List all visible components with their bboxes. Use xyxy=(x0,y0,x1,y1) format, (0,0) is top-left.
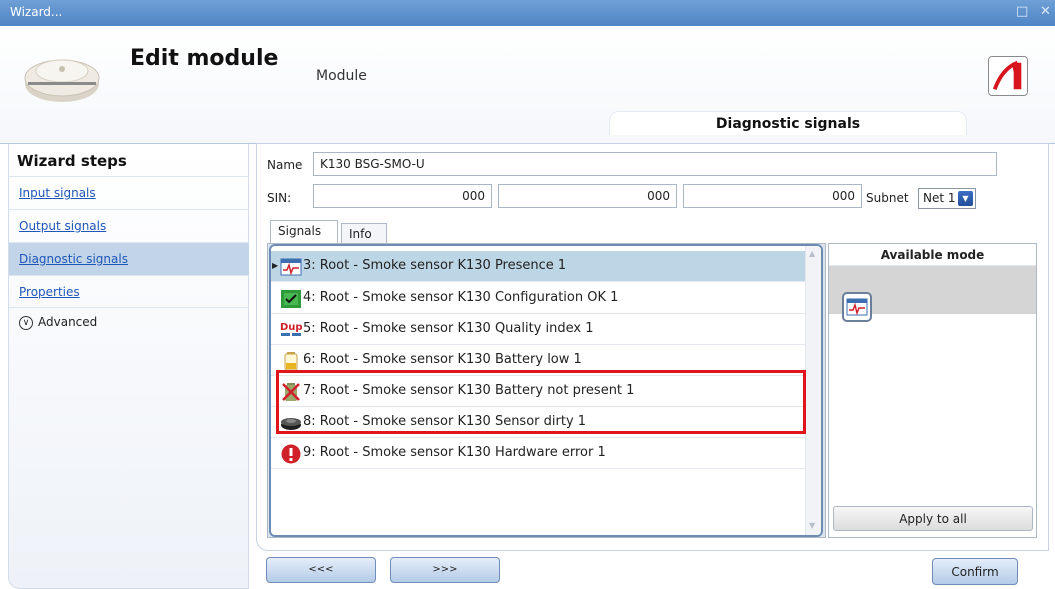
signal-label: 9: Root - Smoke sensor K130 Hardware err… xyxy=(303,445,606,460)
available-mode-title: Available mode xyxy=(829,244,1036,266)
wizard-header: Edit module Module Diagnostic signals xyxy=(0,26,1055,144)
scroll-up-icon[interactable]: ▲ xyxy=(809,249,815,258)
subnet-label: Subnet xyxy=(866,191,909,205)
signal-label: 6: Root - Smoke sensor K130 Battery low … xyxy=(303,352,582,367)
hardware-error-icon xyxy=(281,444,301,464)
tab-info[interactable]: Info xyxy=(341,223,387,245)
active-step-tab: Diagnostic signals xyxy=(609,111,967,135)
page-subtitle: Module xyxy=(316,68,367,84)
signal-row[interactable]: Dup 5: Root - Smoke sensor K130 Quality … xyxy=(271,314,805,345)
smoke-sensor-icon xyxy=(24,59,100,102)
presence-mode-icon xyxy=(846,298,868,316)
sin-field-1[interactable]: 000 xyxy=(313,184,492,208)
sidebar-item-input-signals[interactable]: Input signals xyxy=(9,176,249,209)
available-mode-panel: Available mode Apply to all xyxy=(828,243,1037,538)
page-title: Edit module xyxy=(130,46,279,71)
name-field[interactable]: K130 BSG-SMO-U xyxy=(313,152,997,176)
configuration-ok-icon xyxy=(281,290,301,308)
signal-label: 5: Root - Smoke sensor K130 Quality inde… xyxy=(303,321,594,336)
signal-label: 3: Root - Smoke sensor K130 Presence 1 xyxy=(303,258,567,273)
sidebar-title: Wizard steps xyxy=(17,152,127,170)
sin-field-2[interactable]: 000 xyxy=(498,184,677,208)
maximize-icon[interactable]: □ xyxy=(1016,4,1028,19)
sidebar-advanced-toggle[interactable]: ∨ Advanced xyxy=(9,307,249,337)
mode-button[interactable] xyxy=(842,292,872,322)
next-button[interactable]: >>> xyxy=(390,557,500,583)
brand-logo-icon xyxy=(988,56,1028,96)
title-bar: Wizard... □ ✕ xyxy=(0,0,1055,26)
sidebar-item-diagnostic-signals[interactable]: Diagnostic signals xyxy=(9,242,249,275)
previous-button[interactable]: <<< xyxy=(266,557,376,583)
tab-signals[interactable]: Signals xyxy=(270,220,338,244)
dropdown-arrow-icon: ▼ xyxy=(958,191,973,206)
available-mode-band xyxy=(829,266,1036,322)
chevron-down-icon: ∨ xyxy=(19,315,33,330)
advanced-label: Advanced xyxy=(38,315,98,329)
presence-icon xyxy=(280,258,302,276)
signal-row[interactable]: 9: Root - Smoke sensor K130 Hardware err… xyxy=(271,438,805,469)
close-icon[interactable]: ✕ xyxy=(1040,4,1051,19)
confirm-button[interactable]: Confirm xyxy=(932,558,1018,585)
signals-scrollbar[interactable]: ▲ ▼ xyxy=(805,246,821,535)
svg-text:Dup: Dup xyxy=(280,322,302,333)
wizard-window: Wizard... □ ✕ Edit module Module Diagnos… xyxy=(0,0,1055,589)
sidebar-item-properties[interactable]: Properties xyxy=(9,275,249,308)
row-caret-icon: ▶ xyxy=(272,261,279,270)
signal-row[interactable]: 4: Root - Smoke sensor K130 Configuratio… xyxy=(271,283,805,314)
sin-label: SIN: xyxy=(267,191,292,205)
subnet-value: Net 1 xyxy=(923,191,956,205)
scroll-down-icon[interactable]: ▼ xyxy=(809,521,815,530)
quality-index-icon: Dup xyxy=(280,322,302,336)
highlight-box xyxy=(276,370,806,434)
signal-row[interactable]: ▶ 3: Root - Smoke sensor K130 Presence 1 xyxy=(271,251,805,282)
signal-label: 4: Root - Smoke sensor K130 Configuratio… xyxy=(303,290,619,305)
sin-field-3[interactable]: 000 xyxy=(683,184,862,208)
wizard-sidebar: Wizard steps Input signals Output signal… xyxy=(8,144,249,589)
battery-low-icon xyxy=(284,352,298,371)
window-title: Wizard... xyxy=(10,5,63,19)
name-label: Name xyxy=(267,158,303,172)
subnet-select[interactable]: Net 1 ▼ xyxy=(918,188,976,209)
apply-to-all-button[interactable]: Apply to all xyxy=(833,506,1033,531)
sidebar-item-output-signals[interactable]: Output signals xyxy=(9,209,249,242)
